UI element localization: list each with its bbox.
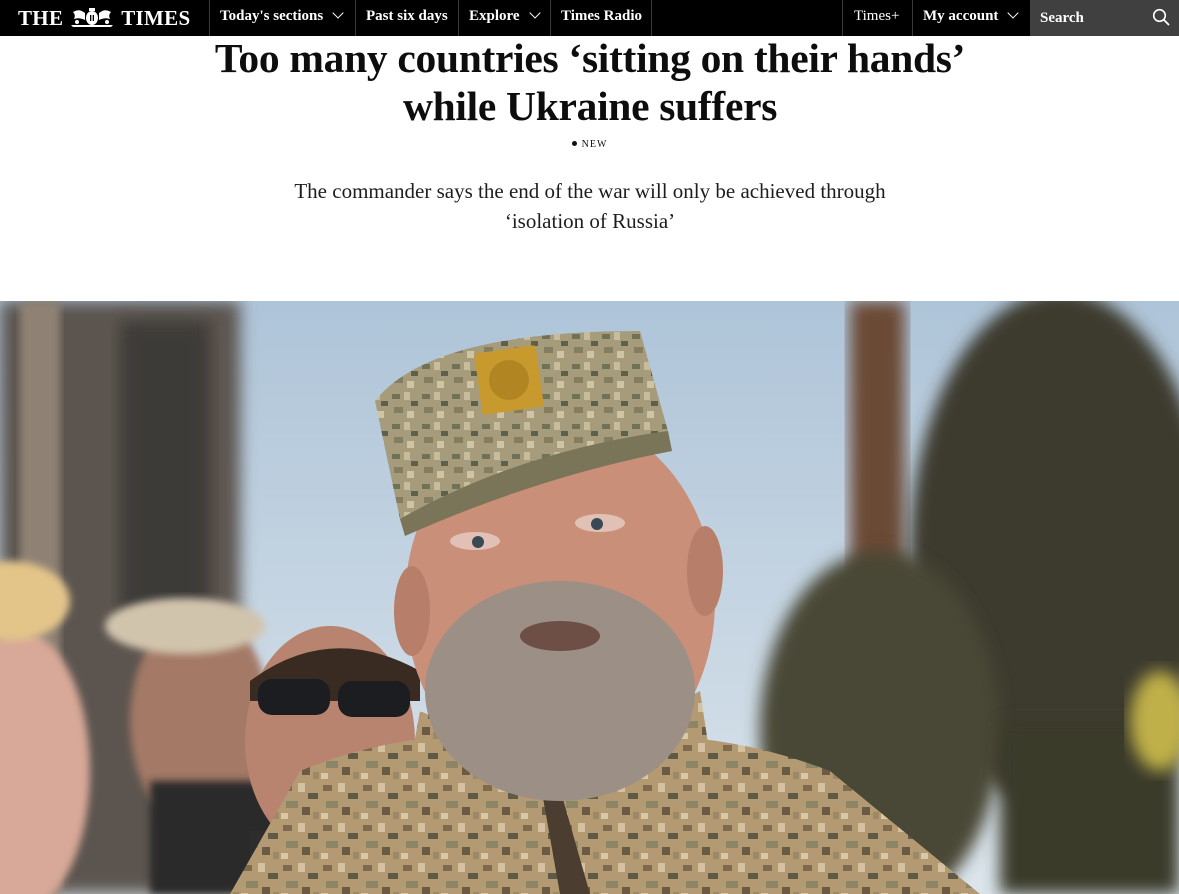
- nav-divider: [355, 0, 356, 36]
- nav-item-times-radio[interactable]: Times Radio: [561, 0, 642, 36]
- top-navigation-bar: THE TIMES Today's sections Past six days…: [0, 0, 1179, 39]
- hero-photo-illustration: [0, 301, 1179, 894]
- nav-divider: [842, 0, 843, 36]
- nav-divider: [458, 0, 459, 36]
- article-standfirst: The commander says the end of the war wi…: [294, 179, 886, 233]
- nav-item-todays-sections[interactable]: Today's sections: [220, 0, 344, 36]
- nav-item-explore[interactable]: Explore: [469, 0, 541, 36]
- bullet-dot-icon: [571, 141, 577, 146]
- nav-item-times-plus[interactable]: Times+: [854, 0, 899, 36]
- logo-text-times: TIMES: [121, 5, 191, 30]
- new-badge-label: NEW: [581, 139, 608, 150]
- nav-item-label: My account: [923, 8, 999, 24]
- nav-item-label: Explore: [469, 8, 520, 24]
- logo-text-the: THE: [18, 5, 64, 30]
- search-input[interactable]: [1030, 0, 1150, 39]
- nav-divider: [550, 0, 551, 36]
- the-times-logo[interactable]: THE TIMES: [18, 0, 190, 36]
- chevron-down-icon: [1007, 7, 1020, 19]
- nav-item-label: Past six days: [366, 8, 448, 24]
- article-headline: Too many countries ‘sitting on their han…: [214, 35, 966, 129]
- nav-divider: [651, 0, 652, 36]
- nav-item-label: Times Radio: [561, 8, 642, 24]
- chevron-down-icon: [332, 7, 344, 19]
- nav-item-past-six-days[interactable]: Past six days: [366, 0, 448, 36]
- royal-crest-icon: [71, 8, 114, 27]
- nav-item-label: Today's sections: [220, 8, 324, 24]
- search-box: [1030, 0, 1179, 39]
- nav-divider: [912, 0, 913, 36]
- new-badge: NEW: [0, 139, 1179, 150]
- nav-item-label: Times+: [854, 8, 900, 24]
- article-hero-image: [0, 301, 1179, 894]
- nav-item-my-account[interactable]: My account: [923, 0, 1020, 36]
- nav-divider: [209, 0, 210, 36]
- search-icon[interactable]: [1152, 8, 1170, 26]
- chevron-down-icon: [528, 7, 541, 19]
